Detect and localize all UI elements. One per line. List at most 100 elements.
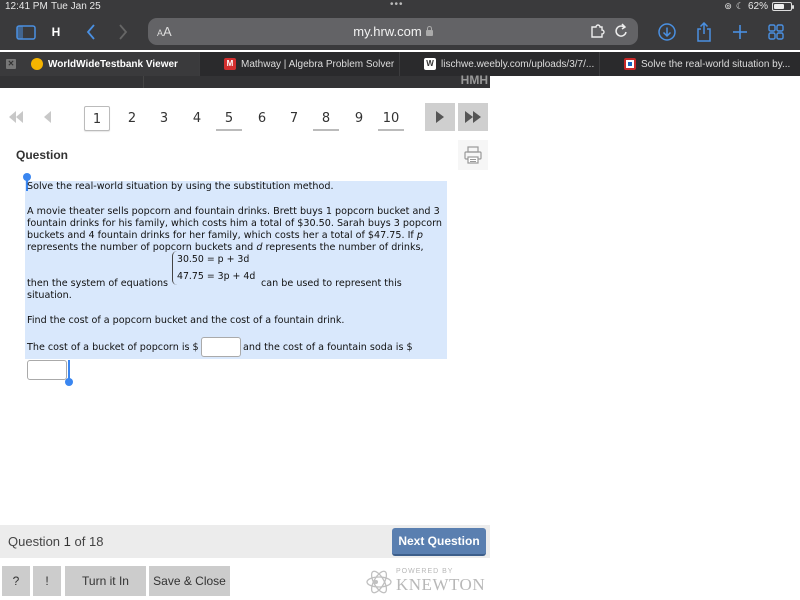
question-total: of 18 — [74, 534, 104, 549]
browser-toolbar: H AA my.hrw.com — [0, 14, 800, 50]
sidebar-icon — [16, 24, 36, 40]
knewton-branding: POWERED BY KNEWTON — [365, 566, 490, 598]
variable-d: d — [256, 242, 263, 253]
brainly-logo-icon — [624, 58, 636, 70]
equation-2: 47.75 = 3p + 4d — [177, 271, 256, 282]
tab-bar: ✕ WorldWideTestbank Viewer M Mathway | A… — [0, 52, 800, 76]
first-page-button[interactable] — [8, 110, 24, 128]
selection-end-caret — [68, 360, 70, 380]
system-end: situation. — [27, 290, 72, 301]
page-8[interactable]: 8 — [313, 106, 339, 131]
site-header-strip: HMH — [0, 73, 490, 88]
triangle-left-icon — [44, 111, 51, 123]
problem-line-4a: represents the number of popcorn buckets… — [27, 242, 254, 253]
question-index: 1 — [63, 534, 71, 549]
page-10[interactable]: 10 — [378, 106, 404, 131]
status-bar: 12:41 PM Tue Jan 25 ••• ⊚ ☾ 62% — [0, 0, 800, 14]
puzzle-icon — [591, 24, 605, 38]
tab-title: Solve the real-world situation by... — [641, 58, 791, 70]
status-time: 12:41 PM — [5, 1, 48, 12]
tab-weebly[interactable]: W lischwe.weebly.com/uploads/3/7/... — [400, 52, 600, 76]
downloads-button[interactable] — [656, 14, 678, 50]
knewton-logo-text: KNEWTON — [396, 575, 486, 594]
page-9[interactable]: 9 — [346, 106, 372, 131]
question-footer: Question 1 of 18 Next Question — [0, 525, 490, 558]
turn-it-in-button[interactable]: Turn it In — [65, 566, 146, 596]
tab-group-button[interactable]: H — [48, 14, 64, 50]
save-close-button[interactable]: Save & Close — [149, 566, 230, 596]
mathway-logo-icon: M — [224, 58, 236, 70]
question-prompt: Find the cost of a popcorn bucket and th… — [27, 315, 345, 326]
screen: 12:41 PM Tue Jan 25 ••• ⊚ ☾ 62% H AA my.… — [0, 0, 800, 600]
new-tab-button[interactable] — [730, 14, 750, 50]
tab-title: WorldWideTestbank Viewer — [48, 58, 178, 70]
question-heading: Question — [16, 148, 69, 162]
weebly-logo-icon: W — [424, 58, 436, 70]
battery-percent: 62% — [747, 1, 768, 12]
page-1[interactable]: 1 — [84, 106, 110, 131]
tab-overview-button[interactable] — [766, 14, 786, 50]
last-page-button[interactable] — [458, 103, 488, 131]
url-text: my.hrw.com — [353, 24, 422, 39]
status-right: ⊚ ☾ 62% — [724, 1, 794, 12]
tab-title: Mathway | Algebra Problem Solver — [241, 58, 395, 70]
equation-1: 30.50 = p + 3d — [177, 254, 250, 265]
reload-button[interactable] — [614, 23, 629, 44]
tab-worldwidetestbank[interactable]: ✕ WorldWideTestbank Viewer — [0, 52, 200, 76]
sidebar-toggle-button[interactable] — [14, 14, 38, 50]
address-bar[interactable]: AA my.hrw.com — [148, 18, 638, 45]
popcorn-cost-input[interactable] — [201, 337, 241, 357]
question-pager: 1 2 3 4 5 6 7 8 9 10 — [0, 103, 490, 136]
assignment-page: 1 2 3 4 5 6 7 8 9 10 Question Solve the … — [0, 88, 490, 600]
page-4[interactable]: 4 — [184, 106, 210, 131]
tab-grid-icon — [768, 24, 784, 40]
tab-mathway[interactable]: M Mathway | Algebra Problem Solver — [200, 52, 400, 76]
forward-button[interactable] — [114, 14, 132, 50]
powered-by-label: POWERED BY — [396, 568, 454, 575]
hmh-logo: HMH — [460, 73, 488, 87]
system-prefix: then the system of equations — [27, 278, 169, 289]
moon-icon: ☾ — [735, 1, 744, 11]
next-page-button[interactable] — [425, 103, 455, 131]
page-7[interactable]: 7 — [281, 106, 307, 131]
share-button[interactable] — [694, 14, 714, 50]
back-button[interactable] — [82, 14, 100, 50]
double-chevron-left-icon — [9, 111, 23, 123]
multitasking-dots[interactable]: ••• — [390, 0, 404, 10]
link-icon: ⊚ — [724, 1, 732, 11]
problem-line-4: represents the number of popcorn buckets… — [27, 242, 424, 254]
selection-end-handle[interactable] — [65, 378, 73, 386]
tab-solve-question[interactable]: Solve the real-world situation by... — [600, 52, 800, 76]
alert-button[interactable]: ! — [33, 566, 61, 596]
double-chevron-right-icon — [465, 111, 481, 123]
answer-prefix: The cost of a bucket of popcorn is $ — [27, 342, 199, 353]
download-icon — [658, 23, 676, 41]
problem-line-2: fountain drinks for his family, which co… — [27, 218, 442, 229]
plus-icon — [733, 25, 747, 39]
help-button[interactable]: ? — [2, 566, 30, 596]
url-display[interactable]: my.hrw.com — [148, 24, 638, 39]
print-button[interactable] — [458, 140, 488, 170]
page-3[interactable]: 3 — [151, 106, 177, 131]
page-2[interactable]: 2 — [119, 106, 145, 131]
share-icon — [697, 22, 711, 42]
page-5[interactable]: 5 — [216, 106, 242, 131]
question-word: Question — [8, 534, 61, 549]
header-divider — [143, 76, 144, 88]
answer-middle: and the cost of a fountain soda is $ — [243, 342, 413, 353]
reload-icon — [615, 23, 627, 37]
close-tab-icon[interactable]: ✕ — [6, 59, 16, 69]
prev-page-button[interactable] — [42, 110, 52, 128]
tab-title: lischwe.weebly.com/uploads/3/7/... — [441, 58, 595, 70]
problem-line-3: buckets and 4 fountain drinks for her fa… — [27, 230, 423, 242]
variable-p: p — [416, 230, 423, 241]
tab-group-label: H — [51, 25, 61, 39]
battery-icon — [772, 2, 794, 11]
chevron-left-icon — [86, 24, 95, 40]
next-question-button[interactable]: Next Question — [392, 528, 486, 556]
extensions-button[interactable] — [590, 23, 606, 44]
page-6[interactable]: 6 — [249, 106, 275, 131]
soda-cost-input[interactable] — [27, 360, 67, 380]
question-instruction: Solve the real-world situation by using … — [27, 181, 334, 192]
printer-icon — [464, 146, 482, 164]
